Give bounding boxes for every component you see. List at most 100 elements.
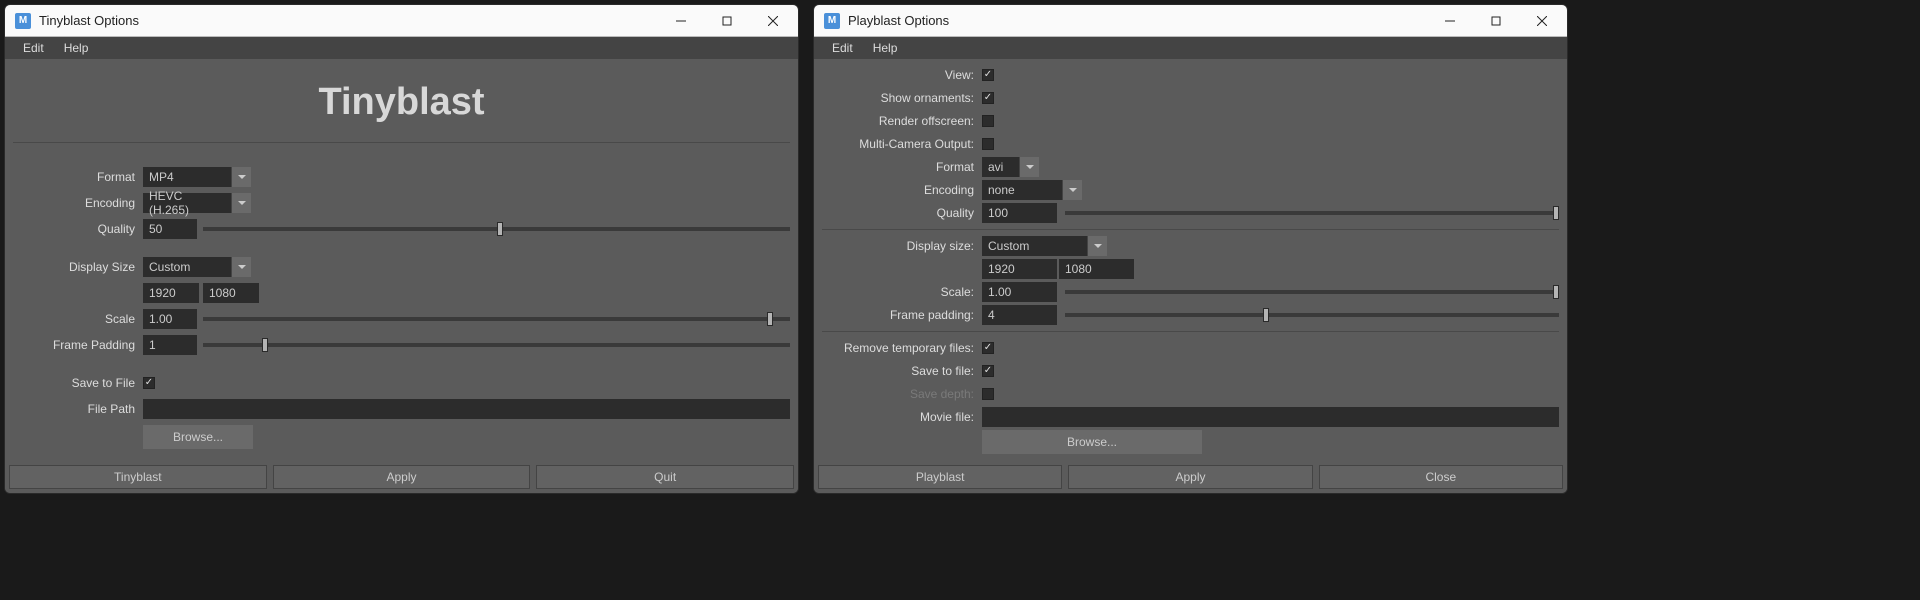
moviefile-label: Movie file:: [822, 410, 982, 424]
multicam-checkbox[interactable]: [982, 138, 994, 150]
window-title: Playblast Options: [848, 13, 1427, 28]
quality-input[interactable]: 100: [982, 203, 1057, 223]
menubar: Edit Help: [814, 37, 1567, 59]
playblast-window: Playblast Options Edit Help View: Show o…: [813, 4, 1568, 494]
chevron-down-icon: [1019, 157, 1039, 177]
chevron-down-icon: [231, 257, 251, 277]
displaysize-combo[interactable]: Custom: [143, 257, 251, 277]
minimize-button[interactable]: [1427, 5, 1473, 37]
close-button[interactable]: [750, 5, 796, 37]
quality-slider[interactable]: [203, 219, 790, 239]
ornaments-label: Show ornaments:: [822, 91, 982, 105]
offscreen-label: Render offscreen:: [822, 114, 982, 128]
displaysize-value: Custom: [143, 260, 231, 274]
format-value: MP4: [143, 170, 231, 184]
filepath-input[interactable]: [143, 399, 790, 419]
encoding-label: Encoding: [822, 183, 982, 197]
savedepth-label: Save depth:: [822, 387, 982, 401]
displaysize-label: Display size:: [822, 239, 982, 253]
chevron-down-icon: [1062, 180, 1082, 200]
browse-button[interactable]: Browse...: [143, 425, 253, 449]
height-input[interactable]: 1080: [1059, 259, 1134, 279]
scale-slider[interactable]: [1065, 282, 1559, 302]
slider-thumb[interactable]: [1553, 285, 1559, 299]
savetofile-checkbox[interactable]: [143, 377, 155, 389]
apply-button[interactable]: Apply: [273, 465, 531, 489]
menu-help[interactable]: Help: [54, 39, 99, 57]
chevron-down-icon: [1087, 236, 1107, 256]
removetemp-label: Remove temporary files:: [822, 341, 982, 355]
scale-label: Scale: [13, 312, 143, 326]
scale-slider[interactable]: [203, 309, 790, 329]
quality-label: Quality: [13, 222, 143, 236]
slider-thumb[interactable]: [1263, 308, 1269, 322]
savetofile-label: Save to file:: [822, 364, 982, 378]
framepadding-input[interactable]: 4: [982, 305, 1057, 325]
titlebar: Tinyblast Options: [5, 5, 798, 37]
quality-input[interactable]: 50: [143, 219, 197, 239]
button-row: Tinyblast Apply Quit: [5, 461, 798, 493]
format-label: Format: [822, 160, 982, 174]
removetemp-checkbox[interactable]: [982, 342, 994, 354]
menubar: Edit Help: [5, 37, 798, 59]
framepadding-slider[interactable]: [1065, 305, 1559, 325]
format-combo[interactable]: MP4: [143, 167, 251, 187]
scale-input[interactable]: 1.00: [143, 309, 197, 329]
format-label: Format: [13, 170, 143, 184]
browse-button[interactable]: Browse...: [982, 430, 1202, 454]
savedepth-checkbox[interactable]: [982, 388, 994, 400]
width-input[interactable]: 1920: [982, 259, 1057, 279]
encoding-combo[interactable]: none: [982, 180, 1082, 200]
menu-edit[interactable]: Edit: [13, 39, 54, 57]
maximize-button[interactable]: [1473, 5, 1519, 37]
moviefile-input[interactable]: [982, 407, 1559, 427]
framepadding-slider[interactable]: [203, 335, 790, 355]
button-row: Playblast Apply Close: [814, 461, 1567, 493]
menu-help[interactable]: Help: [863, 39, 908, 57]
playblast-button[interactable]: Playblast: [818, 465, 1062, 489]
view-label: View:: [822, 68, 982, 82]
separator: [13, 142, 790, 143]
displaysize-combo[interactable]: Custom: [982, 236, 1107, 256]
multicam-label: Multi-Camera Output:: [822, 137, 982, 151]
quality-slider[interactable]: [1065, 203, 1559, 223]
scale-label: Scale:: [822, 285, 982, 299]
width-input[interactable]: 1920: [143, 283, 199, 303]
ornaments-checkbox[interactable]: [982, 92, 994, 104]
titlebar: Playblast Options: [814, 5, 1567, 37]
savetofile-checkbox[interactable]: [982, 365, 994, 377]
encoding-label: Encoding: [13, 196, 143, 210]
framepadding-input[interactable]: 1: [143, 335, 197, 355]
app-icon: [824, 13, 840, 29]
quit-button[interactable]: Quit: [536, 465, 794, 489]
view-checkbox[interactable]: [982, 69, 994, 81]
scale-input[interactable]: 1.00: [982, 282, 1057, 302]
maximize-button[interactable]: [704, 5, 750, 37]
height-input[interactable]: 1080: [203, 283, 259, 303]
quality-label: Quality: [822, 206, 982, 220]
close-button[interactable]: [1519, 5, 1565, 37]
encoding-combo[interactable]: HEVC (H.265): [143, 193, 251, 213]
chevron-down-icon: [231, 167, 251, 187]
displaysize-value: Custom: [982, 239, 1087, 253]
content-area: View: Show ornaments: Render offscreen: …: [814, 59, 1567, 461]
framepadding-label: Frame padding:: [822, 308, 982, 322]
close-button-bottom[interactable]: Close: [1319, 465, 1563, 489]
savetofile-label: Save to File: [13, 376, 143, 390]
format-value: avi: [982, 160, 1019, 174]
slider-thumb[interactable]: [1553, 206, 1559, 220]
framepadding-label: Frame Padding: [13, 338, 143, 352]
app-icon: [15, 13, 31, 29]
window-title: Tinyblast Options: [39, 13, 658, 28]
offscreen-checkbox[interactable]: [982, 115, 994, 127]
minimize-button[interactable]: [658, 5, 704, 37]
displaysize-label: Display Size: [13, 260, 143, 274]
menu-edit[interactable]: Edit: [822, 39, 863, 57]
apply-button[interactable]: Apply: [1068, 465, 1312, 489]
slider-thumb[interactable]: [262, 338, 268, 352]
format-combo[interactable]: avi: [982, 157, 1039, 177]
slider-thumb[interactable]: [767, 312, 773, 326]
slider-thumb[interactable]: [497, 222, 503, 236]
page-title: Tinyblast: [13, 69, 790, 130]
tinyblast-button[interactable]: Tinyblast: [9, 465, 267, 489]
